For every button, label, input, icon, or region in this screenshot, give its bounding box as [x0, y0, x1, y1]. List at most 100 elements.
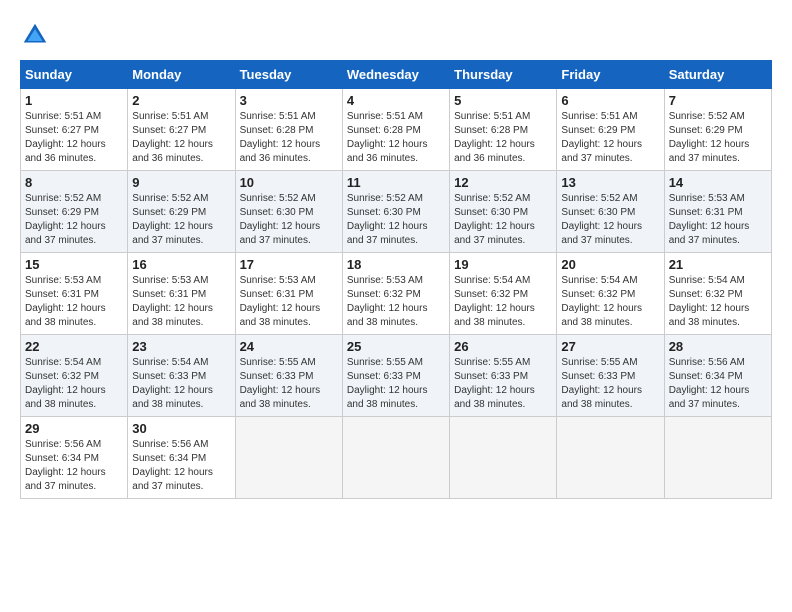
calendar-cell: [450, 417, 557, 499]
day-info: Sunrise: 5:54 AMSunset: 6:32 PMDaylight:…: [454, 274, 552, 330]
calendar-cell: 25 Sunrise: 5:55 AMSunset: 6:33 PMDayligh…: [342, 335, 449, 417]
day-info: Sunrise: 5:53 AMSunset: 6:31 PMDaylight:…: [25, 274, 123, 330]
day-info: Sunrise: 5:54 AMSunset: 6:32 PMDaylight:…: [25, 356, 123, 412]
day-number: 7: [669, 93, 767, 108]
day-info: Sunrise: 5:52 AMSunset: 6:30 PMDaylight:…: [347, 192, 445, 248]
day-info: Sunrise: 5:53 AMSunset: 6:32 PMDaylight:…: [347, 274, 445, 330]
calendar-cell: 3Sunrise: 5:51 AMSunset: 6:28 PMDaylight…: [235, 89, 342, 171]
day-header-tuesday: Tuesday: [235, 61, 342, 89]
calendar-cell: 16Sunrise: 5:53 AMSunset: 6:31 PMDayligh…: [128, 253, 235, 335]
day-number: 6: [561, 93, 659, 108]
day-number: 10: [240, 175, 338, 190]
day-header-friday: Friday: [557, 61, 664, 89]
calendar-cell: 7Sunrise: 5:52 AMSunset: 6:29 PMDaylight…: [664, 89, 771, 171]
day-number: 13: [561, 175, 659, 190]
calendar-cell: 28 Sunrise: 5:56 AMSunset: 6:34 PMDayligh…: [664, 335, 771, 417]
day-header-saturday: Saturday: [664, 61, 771, 89]
day-info: Sunrise: 5:51 AMSunset: 6:29 PMDaylight:…: [561, 110, 659, 166]
calendar-cell: 30 Sunrise: 5:56 AMSunset: 6:34 PMDayligh…: [128, 417, 235, 499]
day-number: 20: [561, 257, 659, 272]
day-info: Sunrise: 5:56 AMSunset: 6:34 PMDaylight:…: [25, 438, 123, 494]
calendar-cell: 20 Sunrise: 5:54 AMSunset: 6:32 PMDayligh…: [557, 253, 664, 335]
day-number: 25: [347, 339, 445, 354]
day-info: Sunrise: 5:56 AMSunset: 6:34 PMDaylight:…: [669, 356, 767, 412]
day-number: 23: [132, 339, 230, 354]
calendar-week-5: 29 Sunrise: 5:56 AMSunset: 6:34 PMDayligh…: [21, 417, 772, 499]
calendar-week-3: 15 Sunrise: 5:53 AMSunset: 6:31 PMDayligh…: [21, 253, 772, 335]
calendar-cell: 18 Sunrise: 5:53 AMSunset: 6:32 PMDayligh…: [342, 253, 449, 335]
calendar-cell: 26 Sunrise: 5:55 AMSunset: 6:33 PMDayligh…: [450, 335, 557, 417]
calendar: SundayMondayTuesdayWednesdayThursdayFrid…: [20, 60, 772, 499]
day-number: 8: [25, 175, 123, 190]
day-number: 2: [132, 93, 230, 108]
day-number: 17: [240, 257, 338, 272]
day-number: 21: [669, 257, 767, 272]
day-number: 30: [132, 421, 230, 436]
calendar-cell: 29 Sunrise: 5:56 AMSunset: 6:34 PMDayligh…: [21, 417, 128, 499]
day-number: 16: [132, 257, 230, 272]
day-number: 1: [25, 93, 123, 108]
header: [20, 20, 772, 50]
calendar-cell: 11 Sunrise: 5:52 AMSunset: 6:30 PMDayligh…: [342, 171, 449, 253]
day-info: Sunrise: 5:51 AMSunset: 6:28 PMDaylight:…: [454, 110, 552, 166]
calendar-cell: [664, 417, 771, 499]
day-info: Sunrise: 5:52 AMSunset: 6:29 PMDaylight:…: [132, 192, 230, 248]
day-number: 9: [132, 175, 230, 190]
day-info: Sunrise: 5:54 AMSunset: 6:32 PMDaylight:…: [561, 274, 659, 330]
day-info: Sunrise: 5:55 AMSunset: 6:33 PMDaylight:…: [454, 356, 552, 412]
day-info: Sunrise: 5:54 AMSunset: 6:33 PMDaylight:…: [132, 356, 230, 412]
calendar-cell: 19 Sunrise: 5:54 AMSunset: 6:32 PMDayligh…: [450, 253, 557, 335]
day-info: Sunrise: 5:52 AMSunset: 6:30 PMDaylight:…: [454, 192, 552, 248]
calendar-cell: 4 Sunrise: 5:51 AMSunset: 6:28 PMDaylight…: [342, 89, 449, 171]
day-info: Sunrise: 5:55 AMSunset: 6:33 PMDaylight:…: [347, 356, 445, 412]
calendar-cell: 8 Sunrise: 5:52 AMSunset: 6:29 PMDaylight…: [21, 171, 128, 253]
calendar-cell: [235, 417, 342, 499]
day-info: Sunrise: 5:55 AMSunset: 6:33 PMDaylight:…: [240, 356, 338, 412]
day-info: Sunrise: 5:52 AMSunset: 6:29 PMDaylight:…: [25, 192, 123, 248]
day-number: 5: [454, 93, 552, 108]
day-number: 11: [347, 175, 445, 190]
calendar-cell: 23 Sunrise: 5:54 AMSunset: 6:33 PMDayligh…: [128, 335, 235, 417]
day-info: Sunrise: 5:54 AMSunset: 6:32 PMDaylight:…: [669, 274, 767, 330]
day-info: Sunrise: 5:56 AMSunset: 6:34 PMDaylight:…: [132, 438, 230, 494]
calendar-cell: 10 Sunrise: 5:52 AMSunset: 6:30 PMDayligh…: [235, 171, 342, 253]
day-info: Sunrise: 5:53 AMSunset: 6:31 PMDaylight:…: [669, 192, 767, 248]
calendar-cell: 15 Sunrise: 5:53 AMSunset: 6:31 PMDayligh…: [21, 253, 128, 335]
day-number: 28: [669, 339, 767, 354]
logo-icon: [20, 20, 50, 50]
calendar-week-1: 1 Sunrise: 5:51 AMSunset: 6:27 PMDaylight…: [21, 89, 772, 171]
day-number: 26: [454, 339, 552, 354]
calendar-cell: 24 Sunrise: 5:55 AMSunset: 6:33 PMDayligh…: [235, 335, 342, 417]
day-info: Sunrise: 5:52 AMSunset: 6:30 PMDaylight:…: [240, 192, 338, 248]
calendar-cell: 21 Sunrise: 5:54 AMSunset: 6:32 PMDayligh…: [664, 253, 771, 335]
day-number: 27: [561, 339, 659, 354]
day-number: 15: [25, 257, 123, 272]
day-info: Sunrise: 5:51 AMSunset: 6:27 PMDaylight:…: [25, 110, 123, 166]
calendar-cell: 2Sunrise: 5:51 AMSunset: 6:27 PMDaylight…: [128, 89, 235, 171]
calendar-cell: 27Sunrise: 5:55 AMSunset: 6:33 PMDayligh…: [557, 335, 664, 417]
calendar-header-row: SundayMondayTuesdayWednesdayThursdayFrid…: [21, 61, 772, 89]
calendar-cell: 5 Sunrise: 5:51 AMSunset: 6:28 PMDaylight…: [450, 89, 557, 171]
day-number: 14: [669, 175, 767, 190]
calendar-week-4: 22Sunrise: 5:54 AMSunset: 6:32 PMDayligh…: [21, 335, 772, 417]
day-number: 3: [240, 93, 338, 108]
day-info: Sunrise: 5:52 AMSunset: 6:30 PMDaylight:…: [561, 192, 659, 248]
day-info: Sunrise: 5:51 AMSunset: 6:28 PMDaylight:…: [347, 110, 445, 166]
day-number: 18: [347, 257, 445, 272]
calendar-week-2: 8 Sunrise: 5:52 AMSunset: 6:29 PMDaylight…: [21, 171, 772, 253]
calendar-cell: 12 Sunrise: 5:52 AMSunset: 6:30 PMDayligh…: [450, 171, 557, 253]
day-info: Sunrise: 5:53 AMSunset: 6:31 PMDaylight:…: [240, 274, 338, 330]
calendar-cell: 1 Sunrise: 5:51 AMSunset: 6:27 PMDaylight…: [21, 89, 128, 171]
calendar-cell: 17 Sunrise: 5:53 AMSunset: 6:31 PMDayligh…: [235, 253, 342, 335]
day-header-sunday: Sunday: [21, 61, 128, 89]
day-number: 12: [454, 175, 552, 190]
calendar-cell: 6 Sunrise: 5:51 AMSunset: 6:29 PMDaylight…: [557, 89, 664, 171]
day-header-thursday: Thursday: [450, 61, 557, 89]
day-number: 24: [240, 339, 338, 354]
day-number: 29: [25, 421, 123, 436]
calendar-cell: 22Sunrise: 5:54 AMSunset: 6:32 PMDayligh…: [21, 335, 128, 417]
calendar-cell: 9 Sunrise: 5:52 AMSunset: 6:29 PMDaylight…: [128, 171, 235, 253]
day-header-monday: Monday: [128, 61, 235, 89]
day-number: 4: [347, 93, 445, 108]
day-number: 19: [454, 257, 552, 272]
